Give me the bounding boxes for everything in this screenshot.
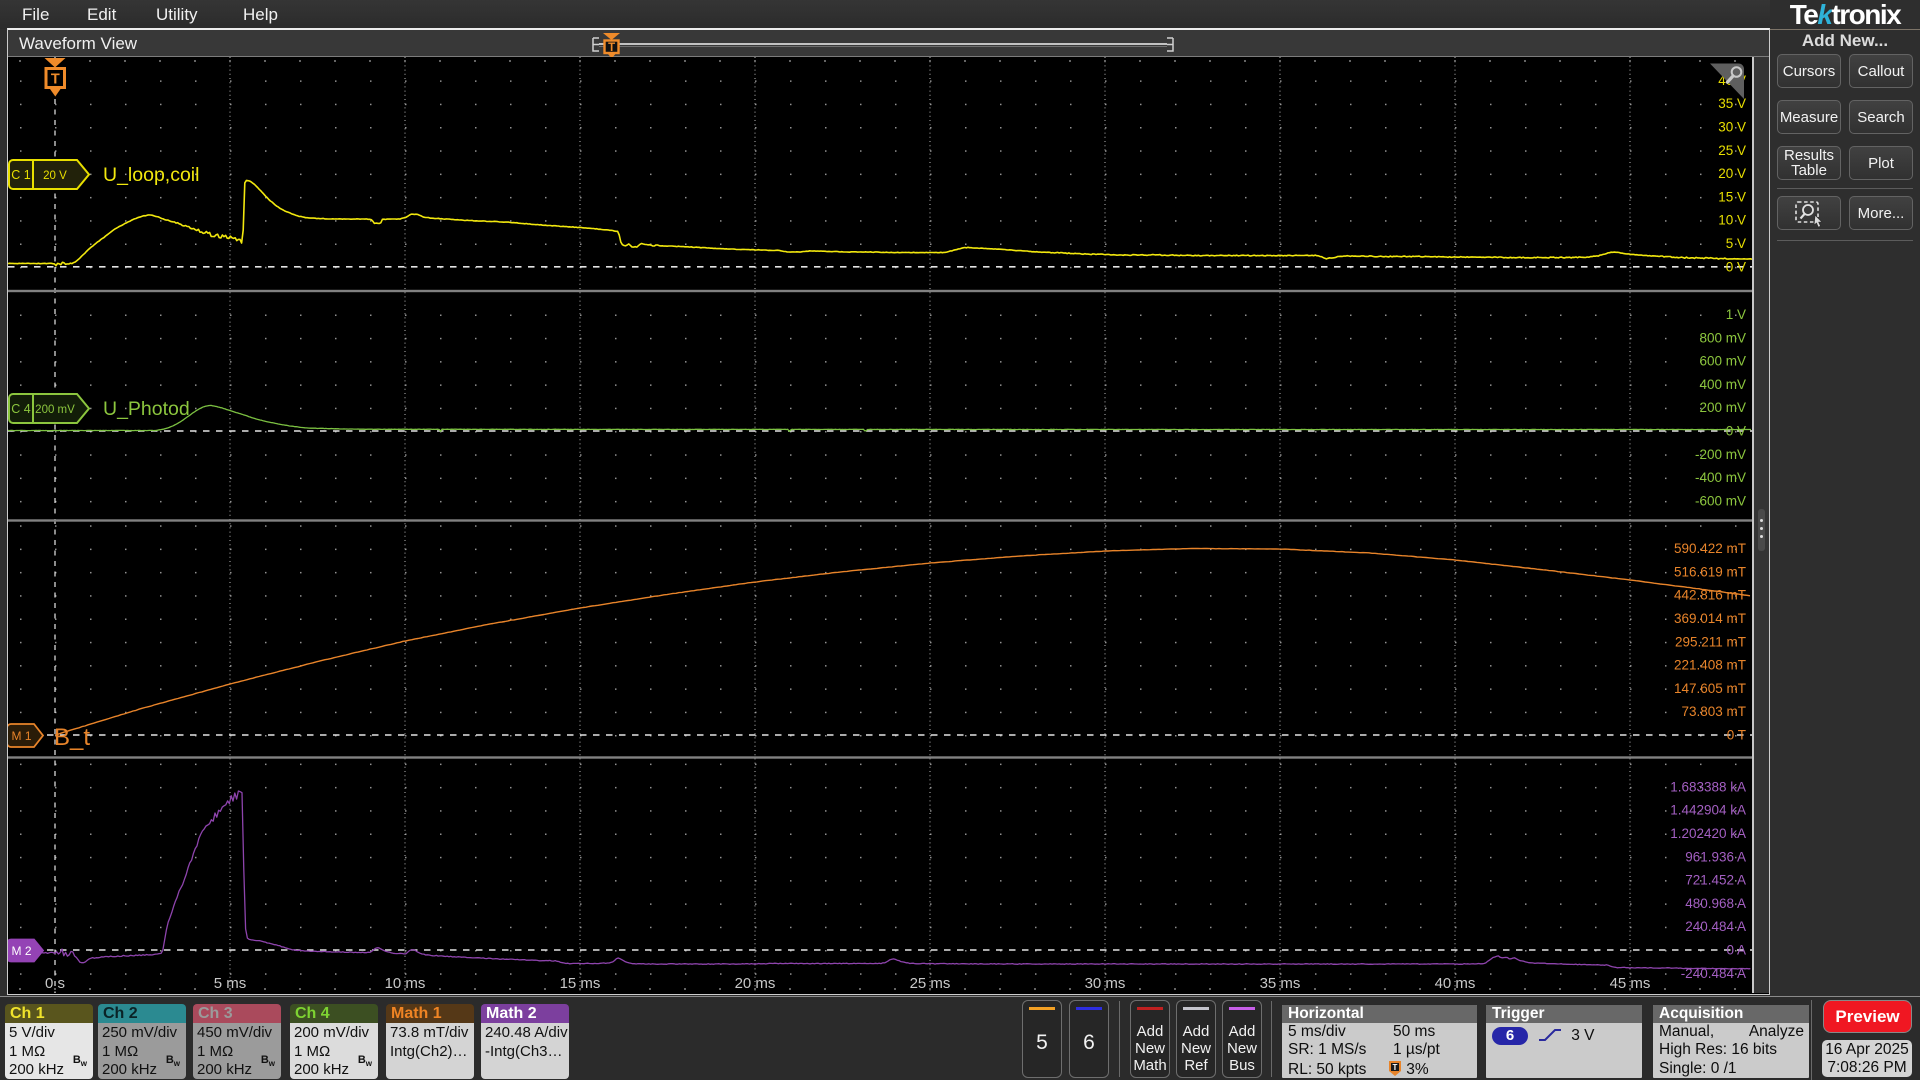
svg-text:5 V: 5 V xyxy=(1726,236,1746,251)
svg-text:C 1: C 1 xyxy=(11,168,31,182)
svg-text:0 T: 0 T xyxy=(1727,728,1746,743)
svg-text:0 s: 0 s xyxy=(45,975,65,992)
svg-text:20 ms: 20 ms xyxy=(735,975,776,992)
svg-text:M 2: M 2 xyxy=(11,944,31,958)
svg-text:-400 mV: -400 mV xyxy=(1695,470,1746,485)
svg-text:0 V: 0 V xyxy=(1726,259,1746,274)
svg-text:25 ms: 25 ms xyxy=(910,975,951,992)
svg-text:45 ms: 45 ms xyxy=(1610,975,1651,992)
svg-text:1.683388 kA: 1.683388 kA xyxy=(1670,779,1746,794)
svg-text:T: T xyxy=(1393,1063,1398,1072)
svg-text:600 mV: 600 mV xyxy=(1699,354,1746,369)
svg-text:40 ms: 40 ms xyxy=(1435,975,1476,992)
svg-text:1.442904 kA: 1.442904 kA xyxy=(1670,803,1746,818)
svg-text:C 4: C 4 xyxy=(11,402,31,416)
svg-text:200 mV: 200 mV xyxy=(1699,400,1746,415)
svg-text:35 ms: 35 ms xyxy=(1260,975,1301,992)
svg-text:5 ms: 5 ms xyxy=(214,975,247,992)
svg-text:15 V: 15 V xyxy=(1718,189,1746,204)
svg-text:T: T xyxy=(51,72,60,88)
svg-text:721.452 A: 721.452 A xyxy=(1685,873,1746,888)
svg-text:30 V: 30 V xyxy=(1718,120,1746,135)
svg-text:-200 mV: -200 mV xyxy=(1695,447,1746,462)
svg-text:-240.484 A: -240.484 A xyxy=(1681,966,1746,981)
svg-text:73.803 mT: 73.803 mT xyxy=(1681,704,1746,719)
svg-text:295.211 mT: 295.211 mT xyxy=(1675,634,1746,649)
svg-text:400 mV: 400 mV xyxy=(1699,377,1746,392)
svg-text:147.605 mT: 147.605 mT xyxy=(1674,681,1746,696)
svg-text:25 V: 25 V xyxy=(1718,143,1746,158)
svg-text:-600 mV: -600 mV xyxy=(1695,493,1746,508)
svg-text:1.202420 kA: 1.202420 kA xyxy=(1670,826,1746,841)
svg-text:U_Photod: U_Photod xyxy=(103,398,190,420)
svg-text:961.936 A: 961.936 A xyxy=(1685,849,1746,864)
svg-text:M 1: M 1 xyxy=(11,729,31,743)
svg-text:15 ms: 15 ms xyxy=(560,975,601,992)
svg-text:B_t: B_t xyxy=(54,724,90,751)
svg-text:442.816 mT: 442.816 mT xyxy=(1674,588,1746,603)
svg-text:590.422 mT: 590.422 mT xyxy=(1674,541,1746,556)
svg-text:221.408 mT: 221.408 mT xyxy=(1674,658,1746,673)
svg-text:U_loop,coil: U_loop,coil xyxy=(103,164,199,186)
svg-text:10 ms: 10 ms xyxy=(385,975,426,992)
svg-text:20 V: 20 V xyxy=(43,170,67,182)
svg-text:240.484 A: 240.484 A xyxy=(1685,919,1746,934)
svg-text:200 mV: 200 mV xyxy=(35,404,75,416)
svg-text:T: T xyxy=(608,42,615,54)
svg-text:30 ms: 30 ms xyxy=(1085,975,1126,992)
svg-text:20 V: 20 V xyxy=(1718,166,1746,181)
svg-text:10 V: 10 V xyxy=(1718,213,1746,228)
svg-text:480.968 A: 480.968 A xyxy=(1685,896,1746,911)
svg-text:800 mV: 800 mV xyxy=(1699,330,1746,345)
svg-text:1 V: 1 V xyxy=(1726,307,1746,322)
svg-text:0 V: 0 V xyxy=(1726,424,1746,439)
svg-text:369.014 mT: 369.014 mT xyxy=(1674,611,1746,626)
svg-text:516.619 mT: 516.619 mT xyxy=(1674,564,1746,579)
svg-text:35 V: 35 V xyxy=(1718,96,1746,111)
svg-text:0 A: 0 A xyxy=(1726,943,1746,958)
